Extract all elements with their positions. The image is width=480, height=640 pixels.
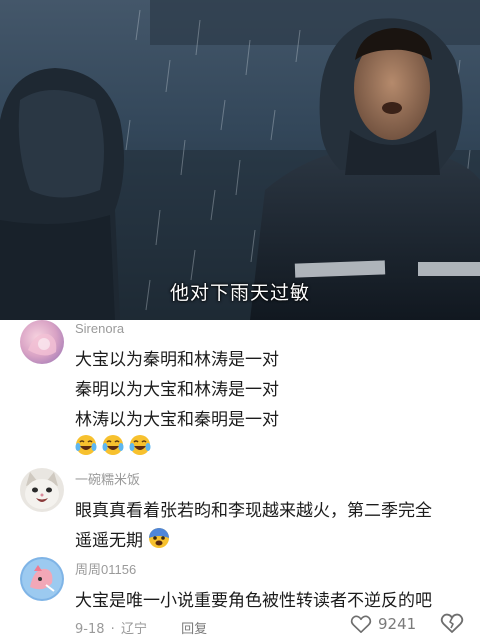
avatar[interactable]: [20, 468, 64, 512]
fearful-face-emoji: [148, 527, 169, 548]
video-scene-image: [0, 0, 480, 320]
comment-list: Sirenora 大宝以为秦明和林涛是一对 秦明以为大宝和林涛是一对 林涛以为大…: [0, 320, 480, 640]
crying-laughing-emoji-group: [75, 434, 155, 456]
comment-date: 9-18: [75, 622, 105, 637]
comment-text: 大宝是唯一小说重要角色被性转读者不逆反的吧: [75, 591, 432, 611]
comment-text: 秦明以为大宝和林涛是一对: [75, 380, 279, 400]
like-count: 9241: [378, 615, 417, 633]
comment-username[interactable]: 周周01156: [75, 559, 136, 578]
video-frame[interactable]: 他对下雨天过敏: [0, 0, 480, 320]
avatar[interactable]: [20, 320, 64, 364]
comment-username[interactable]: Sirenora: [75, 321, 124, 336]
heart-outline-icon: [350, 615, 372, 633]
dislike-button[interactable]: [440, 612, 464, 636]
crying-laughing-emoji: [75, 435, 151, 455]
comment-meta: 9-18 · 辽宁 回复: [75, 618, 207, 637]
comment-text: 眼真真看着张若昀和李现越来越火，第二季完全: [75, 501, 432, 521]
meta-separator: ·: [110, 622, 115, 637]
like-button[interactable]: 9241: [350, 612, 416, 636]
broken-heart-icon: [440, 613, 464, 633]
comment-text: 遥遥无期: [75, 531, 143, 551]
avatar[interactable]: [20, 557, 64, 601]
comment-text: 林涛以为大宝和秦明是一对: [75, 410, 279, 430]
video-subtitle: 他对下雨天过敏: [169, 282, 310, 304]
comment-text: 大宝以为秦明和林涛是一对: [75, 350, 279, 370]
comment-username[interactable]: 一碗糯米饭: [75, 469, 140, 488]
reply-button[interactable]: 回复: [181, 618, 207, 637]
comment-location: 辽宁: [120, 622, 147, 637]
